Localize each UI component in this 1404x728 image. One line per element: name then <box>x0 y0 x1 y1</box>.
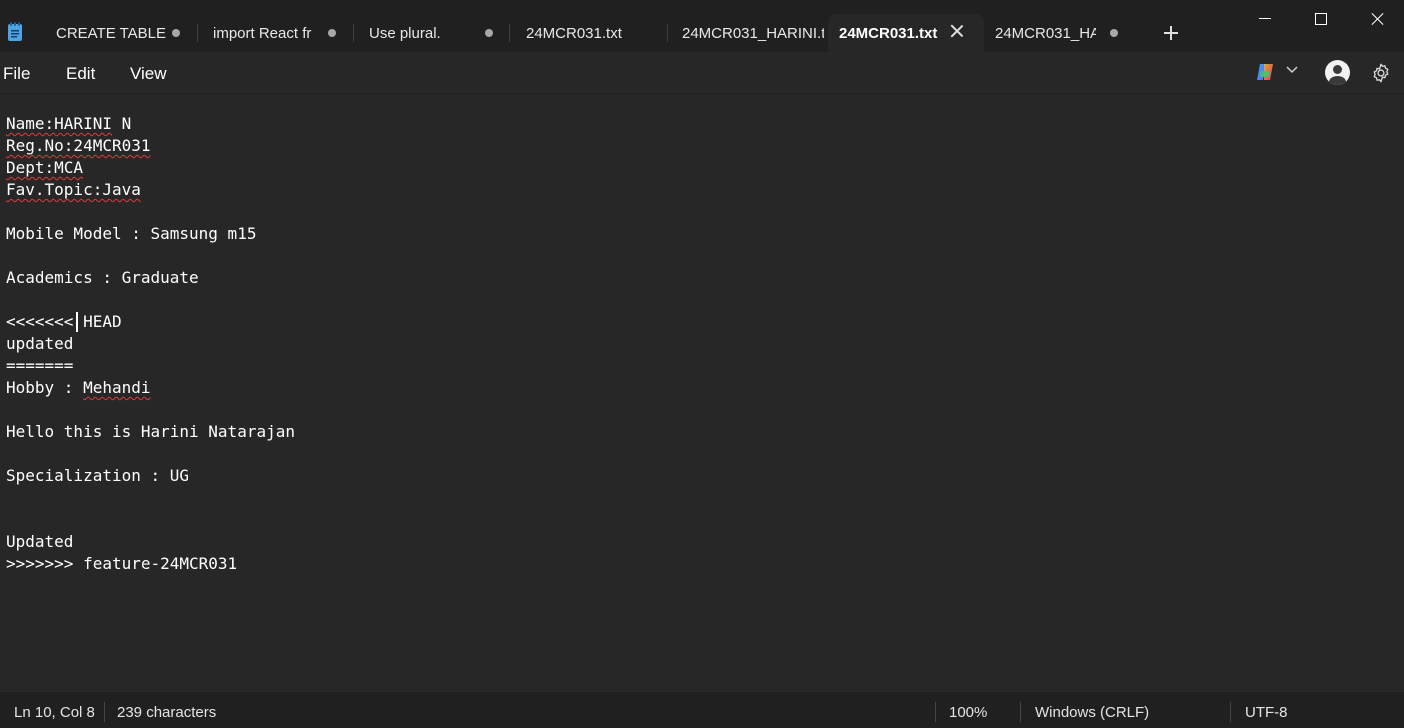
menu-bar: File Edit View <box>0 52 1404 94</box>
minimize-icon[interactable] <box>1236 0 1294 38</box>
character-count: 239 characters <box>117 704 217 721</box>
editor-line: ======= <box>6 356 74 375</box>
tab-label: Use plural. <box>369 24 441 42</box>
title-bar: CREATE TABLE import React fr Use plural.… <box>0 0 1404 52</box>
cursor-position[interactable]: Ln 10, Col 8 <box>14 704 95 721</box>
menu-view[interactable]: View <box>130 64 167 84</box>
misspelled-word[interactable]: Fav.Topic:Java <box>6 180 141 199</box>
unsaved-dot-icon <box>1110 29 1118 37</box>
gear-icon[interactable] <box>1370 62 1392 84</box>
editor-line: Name:HARINI N <box>6 114 132 133</box>
menu-file[interactable]: File <box>3 64 30 84</box>
account-icon[interactable] <box>1325 60 1350 85</box>
chevron-down-icon[interactable] <box>1286 64 1298 74</box>
tab-label: 24MCR031_HA <box>995 24 1096 42</box>
status-bar: Ln 10, Col 8 239 characters 100% Windows… <box>0 691 1404 728</box>
editor-line: Dept:MCA <box>6 157 83 179</box>
new-tab-plus-icon[interactable] <box>1160 22 1182 44</box>
misspelled-word[interactable]: Reg.No:24MCR031 <box>6 136 151 155</box>
tab-label: 24MCR031.txt <box>839 24 938 42</box>
editor-line: updated <box>6 334 74 353</box>
text-caret <box>76 312 78 332</box>
editor-line: Fav.Topic:Java <box>6 179 141 201</box>
unsaved-dot-icon <box>172 29 180 37</box>
misspelled-word[interactable]: Mehandi <box>83 378 150 397</box>
misspelled-word[interactable]: Dept:MCA <box>6 158 83 177</box>
encoding[interactable]: UTF-8 <box>1245 704 1288 721</box>
misspelled-word[interactable]: Name:HARINI <box>6 114 112 133</box>
copilot-icon[interactable] <box>1254 61 1276 83</box>
menu-edit[interactable]: Edit <box>66 64 95 84</box>
unsaved-dot-icon <box>328 29 336 37</box>
tab-label: CREATE TABLE <box>56 24 166 42</box>
zoom-level[interactable]: 100% <box>949 704 987 721</box>
tab-24mcr031-txt-active[interactable]: 24MCR031.txt <box>828 14 984 52</box>
tab-24mcr031-ha[interactable]: 24MCR031_HA <box>984 14 1140 52</box>
tab-label: 24MCR031_HARINI.txt <box>682 24 824 42</box>
editor-line: Hello this is Harini Natarajan <box>6 422 295 441</box>
tab-label: import React fr <box>213 24 312 42</box>
tab-use-plural[interactable]: Use plural. <box>354 14 510 52</box>
editor-line: Updated <box>6 532 74 551</box>
editor-line: >>>>>>> feature-24MCR031 <box>6 554 238 573</box>
editor-line: <<<<<<< HEAD <box>6 312 122 331</box>
tab-create-table[interactable]: CREATE TABLE <box>42 14 198 52</box>
editor-line: Hobby : Mehandi <box>6 378 151 397</box>
close-icon[interactable] <box>1349 0 1404 38</box>
tab-import-react[interactable]: import React fr <box>198 14 354 52</box>
maximize-icon[interactable] <box>1292 0 1350 38</box>
notepad-icon <box>8 22 22 41</box>
editor-line: Specialization : UG <box>6 466 190 485</box>
tab-24mcr031-txt[interactable]: 24MCR031.txt <box>510 14 668 52</box>
editor-line: Reg.No:24MCR031 <box>6 135 151 157</box>
line-ending[interactable]: Windows (CRLF) <box>1035 704 1149 721</box>
editor-line: Mobile Model : Samsung m15 <box>6 224 257 243</box>
text-editor[interactable]: Name:HARINI N Reg.No:24MCR031 Dept:MCA F… <box>0 94 1404 691</box>
editor-line: Academics : Graduate <box>6 268 199 287</box>
tab-24mcr031-harini-txt[interactable]: 24MCR031_HARINI.txt <box>668 14 828 52</box>
tab-label: 24MCR031.txt <box>526 24 622 42</box>
unsaved-dot-icon <box>485 29 493 37</box>
close-tab-icon[interactable] <box>950 24 964 38</box>
